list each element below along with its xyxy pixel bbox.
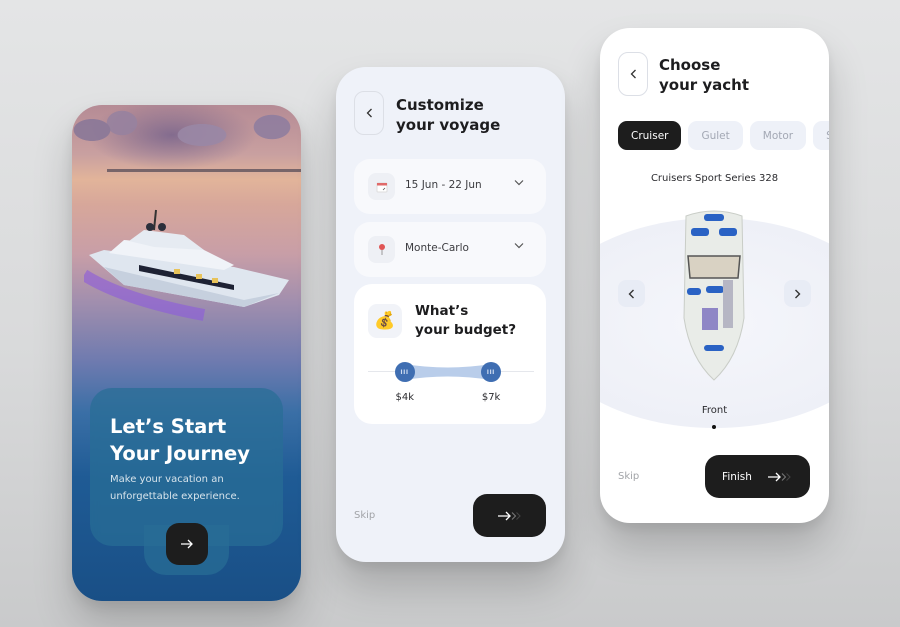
date-range-value: 15 Jun - 22 Jun <box>405 179 482 191</box>
chevron-left-icon <box>628 289 634 298</box>
finish-button[interactable]: Finish <box>705 455 810 498</box>
carousel-indicator-dot[interactable] <box>712 425 716 429</box>
yacht-illustration <box>84 209 289 321</box>
yacht-top-view-image <box>683 210 745 381</box>
welcome-subtitle: Make your vacation an unforgettable expe… <box>110 474 240 502</box>
view-angle-label: Front <box>701 405 728 416</box>
welcome-title: Let’s Start Your Journey <box>110 415 250 465</box>
choose-yacht-screen: Choose your yacht Cruiser Gulet Motor Sp… <box>600 28 829 523</box>
previous-view-button[interactable] <box>618 280 645 307</box>
budget-max-label: $7k <box>481 392 501 403</box>
next-view-button[interactable] <box>784 280 811 307</box>
tab-sport[interactable]: Sport <box>813 121 829 150</box>
page-title: Choose your yacht <box>659 56 750 94</box>
double-arrow-right-icon <box>767 472 791 481</box>
yacht-model-name: Cruisers Sport Series 328 <box>650 173 779 184</box>
date-range-select[interactable]: 15 Jun - 22 Jun <box>354 159 546 214</box>
next-button[interactable] <box>473 494 546 537</box>
yacht-category-tabs: Cruiser Gulet Motor Sport <box>618 121 829 150</box>
skip-link[interactable]: Skip <box>354 510 375 521</box>
customize-voyage-screen: Customize your voyage 15 Jun - 22 Jun Mo… <box>336 67 565 562</box>
chevron-down-icon <box>514 243 524 249</box>
horizon-island <box>107 169 301 172</box>
budget-title: What’s your budget? <box>415 303 517 338</box>
location-value: Monte-Carlo <box>405 242 469 254</box>
money-bag-icon: 💰 <box>368 304 402 338</box>
calendar-icon <box>368 173 395 200</box>
slider-max-handle[interactable]: III <box>480 362 501 382</box>
arrow-right-icon <box>181 539 193 549</box>
budget-card: 💰 What’s your budget? III III $4k $7k <box>354 284 546 424</box>
budget-range-slider[interactable]: III III <box>368 362 534 382</box>
slider-range-shape <box>404 364 491 380</box>
chevron-down-icon <box>514 180 524 186</box>
location-select[interactable]: Monte-Carlo <box>354 222 546 277</box>
finish-label: Finish <box>722 470 752 483</box>
back-button[interactable] <box>354 91 384 135</box>
onboarding-screen: Let’s Start Your Journey Make your vacat… <box>72 105 301 601</box>
tab-cruiser[interactable]: Cruiser <box>618 121 682 150</box>
page-title: Customize your voyage <box>396 96 501 134</box>
chevron-right-icon <box>795 289 801 298</box>
tab-gulet[interactable]: Gulet <box>688 121 743 150</box>
sunset-clouds <box>72 105 301 170</box>
back-button[interactable] <box>618 52 648 96</box>
double-arrow-right-icon <box>497 511 521 520</box>
chevron-left-icon <box>630 69 636 79</box>
chevron-left-icon <box>366 108 372 118</box>
skip-link[interactable]: Skip <box>618 471 639 482</box>
get-started-button[interactable] <box>166 523 208 565</box>
slider-range-fill <box>404 364 491 380</box>
tab-motor[interactable]: Motor <box>749 121 807 150</box>
budget-min-label: $4k <box>395 392 415 403</box>
slider-min-handle[interactable]: III <box>394 362 415 382</box>
map-pin-icon <box>368 236 395 263</box>
